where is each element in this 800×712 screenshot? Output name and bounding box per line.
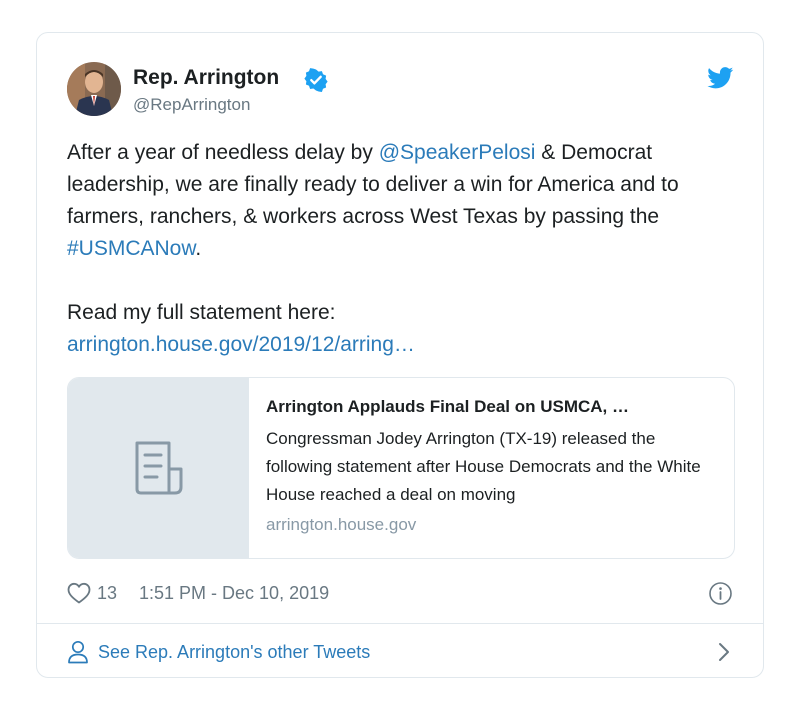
tweet-text-line2: Read my full statement here: (67, 301, 336, 324)
link-preview-domain: arrington.house.gov (266, 515, 417, 534)
mention-link[interactable]: @SpeakerPelosi (379, 141, 536, 164)
link-preview-media (68, 378, 249, 558)
like-count[interactable]: 13 (97, 583, 117, 604)
verified-badge-icon (304, 68, 328, 92)
author-avatar[interactable] (67, 62, 121, 116)
tweet-meta-row: 13 1:51 PM - Dec 10, 2019 (67, 581, 739, 605)
twitter-bird-icon[interactable] (707, 67, 734, 89)
chevron-right-icon[interactable] (717, 642, 731, 662)
tweet-timestamp[interactable]: 1:51 PM - Dec 10, 2019 (139, 583, 329, 604)
author-display-name[interactable]: Rep. Arrington (133, 66, 279, 90)
other-tweets-label[interactable]: See Rep. Arrington's other Tweets (98, 642, 370, 663)
footer-divider (37, 623, 763, 624)
tweet-card: Rep. Arrington @RepArrington After a yea… (36, 32, 764, 678)
heart-icon[interactable] (67, 582, 91, 604)
link-preview-title[interactable]: Arrington Applauds Final Deal on USMCA, … (266, 395, 718, 419)
document-icon (135, 441, 183, 495)
link-preview-card[interactable]: Arrington Applauds Final Deal on USMCA, … (67, 377, 735, 559)
statement-url-link[interactable]: arrington.house.gov/2019/12/arring… (67, 333, 415, 356)
info-icon[interactable] (708, 581, 733, 606)
link-preview-body: Arrington Applauds Final Deal on USMCA, … (266, 395, 718, 535)
hashtag-link[interactable]: #USMCANow (67, 237, 195, 260)
author-handle[interactable]: @RepArrington (133, 95, 250, 115)
person-icon (68, 640, 88, 664)
tweet-text-part3: . (195, 237, 202, 260)
tweet-text-part1: After a year of needless delay by (67, 141, 379, 164)
tweet-text: After a year of needless delay by @Speak… (67, 137, 737, 361)
link-preview-description: Congressman Jodey Arrington (TX-19) rele… (266, 429, 701, 504)
other-tweets-link[interactable]: See Rep. Arrington's other Tweets (67, 637, 737, 667)
